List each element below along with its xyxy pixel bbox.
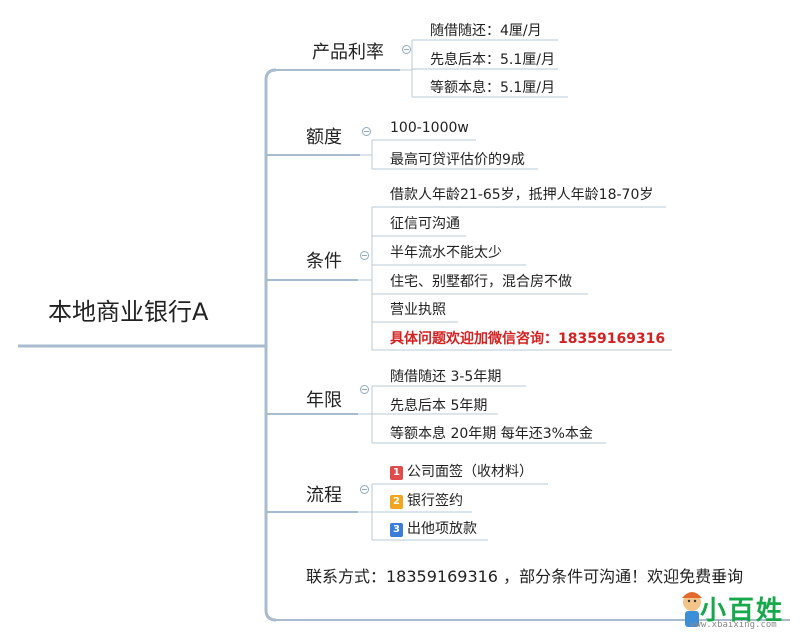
step-number-badge: 1 [390,466,403,480]
leaf-term-1[interactable]: 随借随还 3-5年期 [390,366,501,386]
collapse-toggle-conditions[interactable] [360,251,369,260]
leaf-term-3[interactable]: 等额本息 20年期 每年还3%本金 [390,423,593,443]
leaf-process-1-text: 公司面签（收材料） [407,464,533,480]
branch-topic-term[interactable]: 年限 [306,386,342,412]
leaf-conditions-5[interactable]: 营业执照 [390,299,446,319]
collapse-toggle-amount[interactable] [362,127,371,136]
leaf-conditions-1[interactable]: 借款人年龄21-65岁，抵押人年龄18-70岁 [390,184,653,204]
leaf-process-2[interactable]: 2 银行签约 [390,490,463,510]
leaf-conditions-wechat[interactable]: 具体问题欢迎加微信咨询：18359169316 [390,328,665,348]
leaf-conditions-3[interactable]: 半年流水不能太少 [390,242,502,262]
branch-topic-amount[interactable]: 额度 [306,123,342,149]
leaf-rate-2[interactable]: 先息后本：5.1厘/月 [430,49,555,69]
collapse-toggle-rate[interactable] [402,45,411,54]
trunk-upper [264,68,277,346]
leaf-process-1[interactable]: 1 公司面签（收材料） [390,461,533,481]
watermark-url: www.xbaixing.com [690,620,777,630]
leaf-conditions-2[interactable]: 征信可沟通 [390,213,460,233]
leaf-term-2[interactable]: 先息后本 5年期 [390,395,487,415]
root-topic[interactable]: 本地商业银行A [48,292,208,327]
leaf-amount-2[interactable]: 最高可贷评估价的9成 [390,149,525,169]
step-number-badge: 2 [390,495,403,509]
leaf-conditions-4[interactable]: 住宅、别墅都行，混合房不做 [390,271,572,291]
leaf-process-3[interactable]: 3 出他项放款 [390,518,477,538]
branch-topic-rate[interactable]: 产品利率 [312,38,384,64]
trunk-lower [264,346,277,622]
collapse-toggle-process[interactable] [360,485,369,494]
branch-topic-process[interactable]: 流程 [306,481,342,507]
step-number-badge: 3 [390,523,403,537]
leaf-process-3-text: 出他项放款 [407,521,477,537]
leaf-rate-3[interactable]: 等额本息：5.1厘/月 [430,77,555,97]
leaf-rate-1[interactable]: 随借随还：4厘/月 [430,20,542,40]
leaf-process-2-text: 银行签约 [407,493,463,509]
main-trunk [18,68,277,622]
collapse-toggle-term[interactable] [360,385,369,394]
leaf-amount-1[interactable]: 100-1000w [390,120,469,136]
branch-topic-conditions[interactable]: 条件 [306,247,342,273]
